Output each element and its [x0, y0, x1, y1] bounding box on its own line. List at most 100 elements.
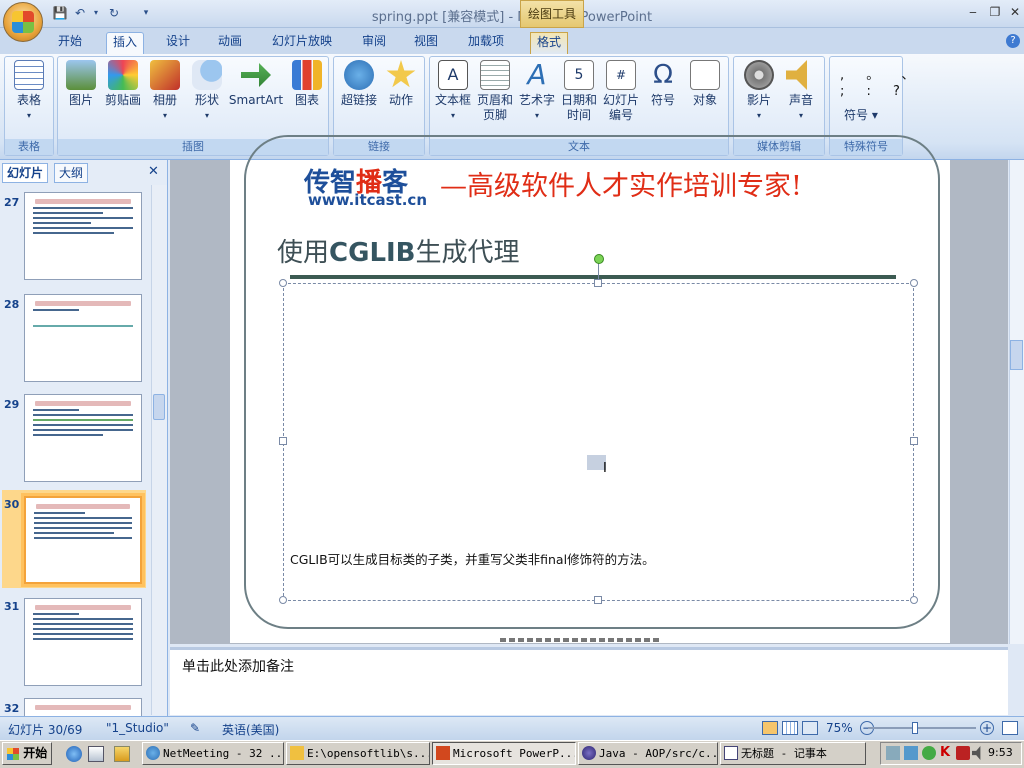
shapes-button[interactable]: 形状 ▾ — [184, 60, 230, 123]
zoom-slider[interactable] — [868, 727, 976, 729]
folder-quicklaunch-icon[interactable] — [114, 746, 130, 762]
photo-album-button[interactable]: 相册 ▾ — [142, 60, 188, 123]
tab-insert[interactable]: 插入 — [106, 32, 145, 54]
notes-placeholder[interactable]: 单击此处添加备注 — [182, 656, 294, 676]
tab-slides[interactable]: 幻灯片 — [2, 163, 49, 183]
close-pane-icon[interactable]: ✕ — [148, 164, 159, 179]
slide-summary-text[interactable]: CGLIB可以生成目标类的子类，并重写父类非final修饰符的方法。 — [290, 549, 655, 568]
picture-button[interactable]: 图片 — [58, 60, 104, 108]
slide-title[interactable]: 使用CGLIB生成代理 — [277, 232, 520, 269]
office-button[interactable] — [3, 2, 43, 42]
zoom-slider-thumb[interactable] — [912, 722, 918, 734]
wordart-icon: A — [527, 58, 547, 91]
network-tray-icon[interactable] — [886, 746, 900, 760]
slide-thumbnail-27[interactable] — [24, 192, 142, 280]
tab-slideshow[interactable]: 幻灯片放映 — [266, 32, 338, 54]
tab-outline[interactable]: 大纲 — [54, 163, 89, 183]
action-button[interactable]: 动作 — [378, 60, 424, 108]
slide-scrollbar[interactable] — [1009, 160, 1024, 644]
symbol-button[interactable]: Ω 符号 — [640, 60, 686, 108]
date-time-button[interactable]: 5 日期和 时间 — [556, 60, 602, 123]
globe-link-icon — [344, 60, 374, 90]
kingsoft-tray-icon[interactable]: K — [940, 745, 950, 760]
desktop-quicklaunch-icon[interactable] — [88, 746, 104, 762]
slide-thumbnail-29[interactable] — [24, 394, 142, 482]
tab-home[interactable]: 开始 — [52, 32, 88, 54]
resize-handle-bottom[interactable] — [594, 596, 602, 604]
clock: 9:53 — [988, 746, 1013, 759]
slide-counter: 幻灯片 30/69 — [8, 723, 83, 737]
help-icon[interactable]: ? — [1006, 34, 1020, 48]
app-tray-icon[interactable] — [922, 746, 936, 760]
slide-number-30: 30 — [4, 498, 20, 511]
fit-to-window-icon[interactable] — [1002, 721, 1018, 735]
antivirus-tray-icon[interactable] — [956, 746, 970, 760]
zoom-level[interactable]: 75% — [826, 721, 853, 735]
tab-design[interactable]: 设计 — [160, 32, 196, 54]
resize-handle-top-right[interactable] — [910, 279, 918, 287]
slide-thumbnail-32[interactable] — [24, 698, 142, 716]
resize-handle-top[interactable] — [594, 279, 602, 287]
speaker-icon — [786, 60, 807, 90]
close-icon[interactable]: ✕ — [1004, 3, 1024, 21]
object-button[interactable]: 对象 — [682, 60, 728, 108]
resize-handle-bottom-left[interactable] — [279, 596, 287, 604]
symbol-row-2[interactable]: ; : ? — [840, 84, 909, 99]
action-star-icon — [386, 60, 416, 88]
taskbar-item-powerpoint[interactable]: Microsoft PowerP... — [432, 742, 576, 765]
notepad-icon — [724, 746, 738, 760]
slide-slogan: —高级软件人才实作培训专家! — [440, 171, 802, 202]
clipart-button[interactable]: 剪贴画 — [100, 60, 146, 108]
start-button[interactable]: 开始 — [2, 742, 52, 765]
movie-button[interactable]: 影片 ▾ — [736, 60, 782, 123]
taskbar-item-notepad[interactable]: 无标题 - 记事本 — [720, 742, 866, 765]
smartart-icon — [241, 63, 271, 87]
restore-icon[interactable]: ❐ — [984, 3, 1006, 21]
minimize-icon[interactable]: ‒ — [962, 3, 984, 21]
slides-pane-scroll-thumb[interactable] — [153, 394, 165, 420]
taskbar-item-eclipse[interactable]: Java - AOP/src/c... — [578, 742, 718, 765]
calendar-icon: 5 — [564, 60, 594, 90]
slide-number-button[interactable]: # 幻灯片 编号 — [598, 60, 644, 123]
slide-sorter-view-icon[interactable] — [782, 721, 798, 735]
table-button[interactable]: 表格 ▾ — [6, 60, 52, 123]
hyperlink-button[interactable]: 超链接 — [336, 60, 382, 108]
display-tray-icon[interactable] — [904, 746, 918, 760]
slide-thumbnail-31[interactable] — [24, 598, 142, 686]
language-indicator[interactable]: 英语(美国) — [222, 721, 279, 738]
tab-view[interactable]: 视图 — [408, 32, 444, 54]
special-symbol-button[interactable]: 符号 ▾ — [844, 106, 878, 123]
resize-handle-left[interactable] — [279, 437, 287, 445]
tab-format[interactable]: 格式 — [530, 32, 569, 54]
chart-button[interactable]: 图表 — [284, 60, 330, 108]
textbox-button[interactable]: A 文本框 ▾ — [430, 60, 476, 123]
wordart-button[interactable]: A 艺术字 ▾ — [514, 60, 560, 123]
slideshow-view-icon[interactable] — [802, 721, 818, 735]
tab-addins[interactable]: 加载项 — [462, 32, 510, 54]
tab-review[interactable]: 审阅 — [356, 32, 392, 54]
resize-handle-right[interactable] — [910, 437, 918, 445]
slide-scroll-thumb[interactable] — [1010, 340, 1023, 370]
tab-animations[interactable]: 动画 — [212, 32, 248, 54]
omega-icon: Ω — [653, 60, 673, 90]
slide-thumbnail-30[interactable] — [24, 496, 142, 584]
sound-button[interactable]: 声音 ▾ — [778, 60, 824, 123]
taskbar-item-explorer[interactable]: E:\opensoftlib\s... — [286, 742, 430, 765]
rotation-handle[interactable] — [594, 254, 604, 264]
slide-thumbnail-28[interactable] — [24, 294, 142, 382]
slide-number-icon: # — [606, 60, 636, 90]
notes-pane[interactable] — [170, 647, 1008, 715]
resize-handle-top-left[interactable] — [279, 279, 287, 287]
ie-quicklaunch-icon[interactable] — [66, 746, 82, 762]
normal-view-icon[interactable] — [762, 721, 778, 735]
object-icon — [690, 60, 720, 90]
slides-pane-scrollbar[interactable] — [151, 185, 167, 715]
spellcheck-icon[interactable]: ✎ — [190, 721, 200, 735]
zoom-in-icon[interactable]: + — [980, 721, 994, 735]
contextual-tab-group: 绘图工具 — [520, 0, 584, 28]
smartart-button[interactable]: SmartArt — [228, 60, 284, 108]
taskbar-item-netmeeting[interactable]: NetMeeting - 32 ... — [142, 742, 284, 765]
header-footer-button[interactable]: 页眉和 页脚 — [472, 60, 518, 123]
symbol-row-1[interactable]: , 。 、 — [840, 64, 923, 83]
resize-handle-bottom-right[interactable] — [910, 596, 918, 604]
